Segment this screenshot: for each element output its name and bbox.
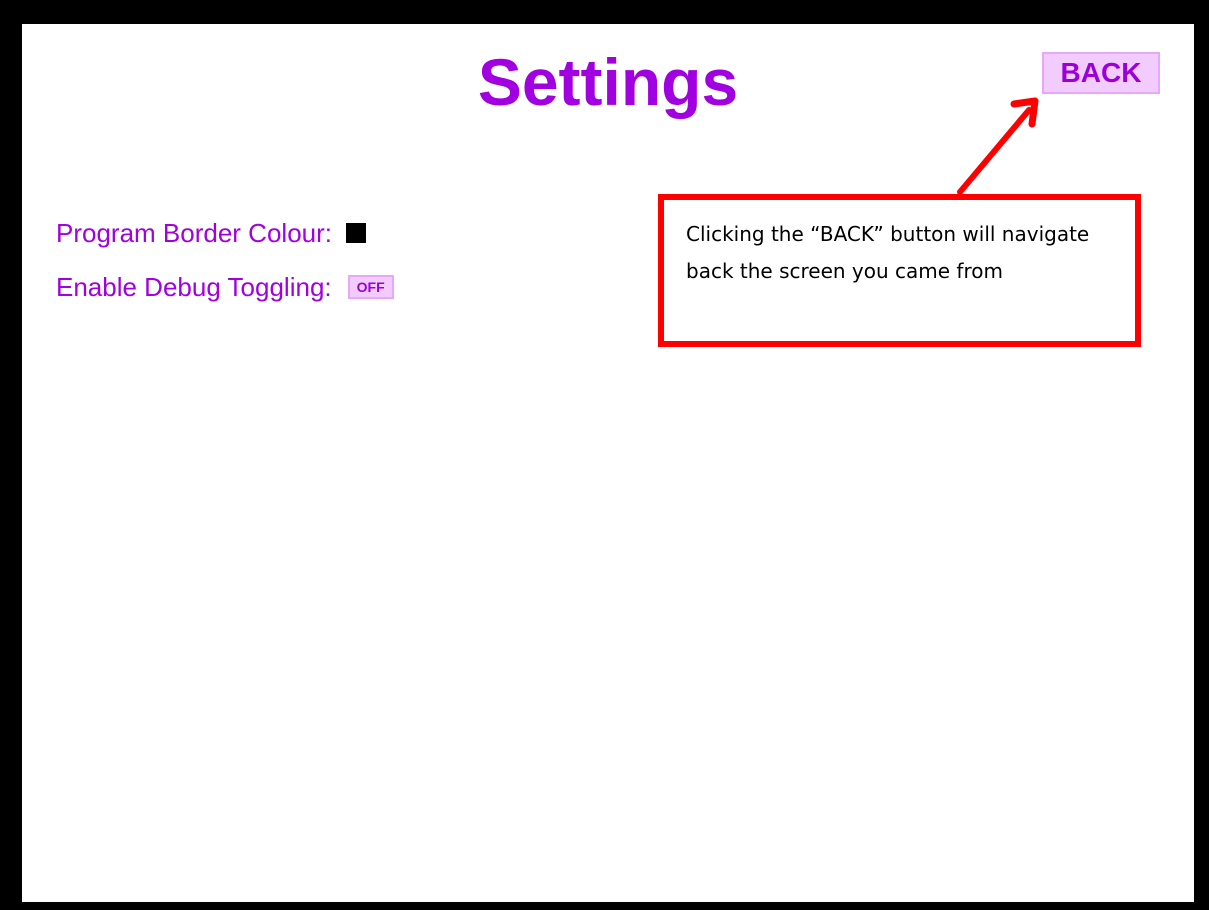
setting-row-debug-toggling: Enable Debug Toggling: OFF [56,270,394,304]
border-colour-swatch[interactable] [346,223,366,243]
back-button[interactable]: BACK [1042,52,1160,94]
annotation-callout: Clicking the “BACK” button will navigate… [658,194,1141,347]
page-title: Settings [477,45,739,119]
debug-toggle-button[interactable]: OFF [347,275,394,299]
program-border-frame: Settings BACK Program Border Colour: Ena… [0,0,1209,910]
settings-screen: Settings BACK Program Border Colour: Ena… [22,24,1194,902]
annotation-text: Clicking the “BACK” button will navigate… [686,222,1090,283]
border-colour-label: Program Border Colour: [56,218,332,248]
annotation-arrow-icon [957,97,1039,195]
debug-toggling-label: Enable Debug Toggling: [56,272,332,302]
setting-row-border-colour: Program Border Colour: [56,216,366,250]
